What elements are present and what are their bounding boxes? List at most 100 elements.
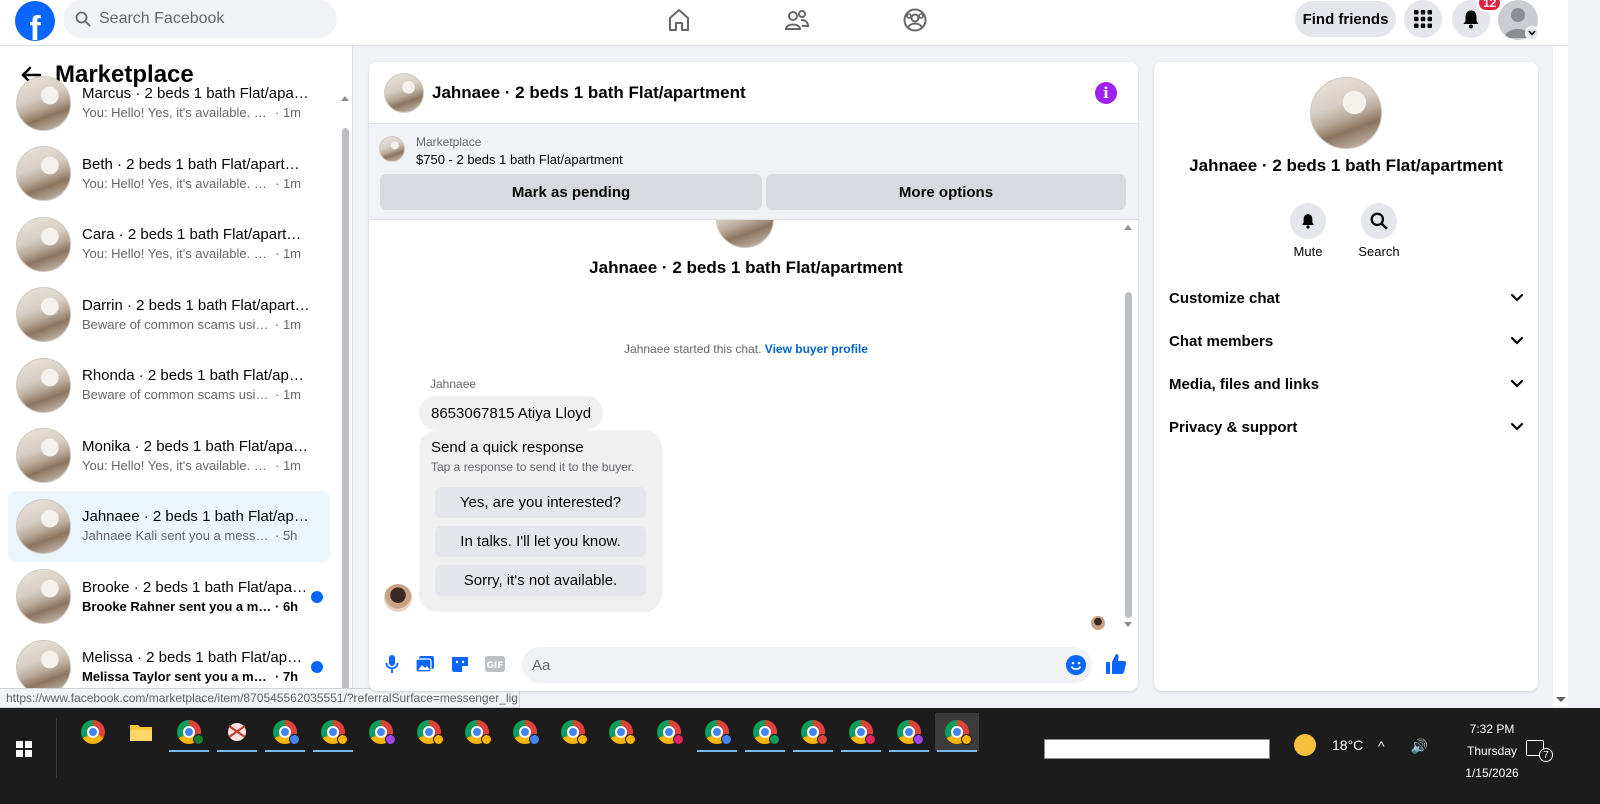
page-scrollbar[interactable]	[1553, 46, 1568, 706]
preview-text: Melissa Taylor sent you a message about	[82, 669, 272, 685]
chrome-profile-icon[interactable]	[407, 713, 451, 751]
conversation-name: Rhonda · 2 beds 1 bath Flat/apartment	[82, 367, 310, 385]
conversation-item[interactable]: Cara · 2 beds 1 bath Flat/apartment You: …	[8, 209, 330, 280]
chat-scroll-up-icon[interactable]	[1124, 225, 1132, 230]
account-caret-icon[interactable]	[1525, 26, 1539, 40]
message-bubble[interactable]: 8653067815 Atiya Lloyd	[419, 396, 604, 430]
info-icon[interactable]: i	[1095, 82, 1117, 104]
chat-avatar[interactable]	[384, 72, 424, 113]
nav-groups[interactable]	[856, 0, 974, 40]
conversation-item[interactable]: Brooke · 2 beds 1 bath Flat/apartment Bro…	[8, 562, 330, 633]
sender-avatar[interactable]	[384, 584, 412, 612]
chrome-profile-icon[interactable]	[839, 713, 883, 752]
conversation-name: Brooke · 2 beds 1 bath Flat/apartment	[82, 578, 310, 596]
bell-icon	[1463, 10, 1479, 29]
thumbs-up-icon[interactable]	[1104, 652, 1128, 676]
nav-friends[interactable]	[738, 0, 856, 40]
chrome-profile-icon[interactable]	[791, 713, 835, 752]
scroll-up-arrow-icon[interactable]	[341, 96, 349, 101]
conversation-avatar	[16, 75, 71, 131]
info-section-row[interactable]: Customize chat	[1169, 283, 1524, 313]
conversation-item[interactable]: Marcus · 2 beds 1 bath Flat/apartment You…	[8, 68, 330, 139]
chrome-profile-icon[interactable]	[695, 713, 739, 752]
listing-source: Marketplace	[416, 135, 482, 149]
conversation-item[interactable]: Darrin · 2 beds 1 bath Flat/apartment Bew…	[8, 280, 330, 351]
emoji-icon[interactable]	[1066, 655, 1086, 675]
sidebar-scrollbar[interactable]	[342, 128, 349, 690]
listing-bar: Marketplace $750 - 2 beds 1 bath Flat/ap…	[369, 124, 1138, 220]
listing-price-title[interactable]: $750 - 2 beds 1 bath Flat/apartment	[416, 152, 623, 167]
quick-response-option[interactable]: Yes, are you interested?	[435, 487, 646, 518]
chrome-profile-icon[interactable]	[503, 713, 547, 751]
mute-button[interactable]: Mute	[1278, 203, 1338, 259]
menu-button[interactable]	[1404, 0, 1442, 38]
preview-text: Beware of common scams using payment app…	[82, 316, 272, 332]
chrome-profile-icon[interactable]	[647, 713, 691, 751]
chrome-profile-icon[interactable]	[551, 713, 595, 751]
info-section-row[interactable]: Media, files and links	[1169, 369, 1524, 399]
show-hidden-icons-caret-icon[interactable]: ^	[1378, 738, 1385, 754]
windows-start-icon[interactable]	[16, 741, 32, 757]
menu-grid-icon	[1414, 10, 1432, 28]
conversation-item[interactable]: Melissa · 2 beds 1 bath Flat/apartmentMe…	[8, 632, 330, 690]
facebook-logo-icon[interactable]: f	[15, 1, 55, 41]
view-buyer-profile-link[interactable]: View buyer profile	[765, 342, 868, 356]
chrome-profile-icon[interactable]	[935, 713, 979, 752]
message-thread: Jahnaee · 2 beds 1 bath Flat/apartment J…	[369, 220, 1138, 632]
info-section-row[interactable]: Privacy & support	[1169, 412, 1524, 442]
conversation-text: Rhonda · 2 beds 1 bath Flat/apartment Bew…	[82, 366, 310, 404]
weather-widget[interactable]: 18°C	[1294, 734, 1363, 756]
mark-as-pending-button[interactable]: Mark as pending	[380, 174, 762, 210]
snipping-tool-icon[interactable]	[215, 713, 259, 752]
conversation-avatar	[16, 428, 71, 484]
chrome-profile-icon[interactable]	[311, 713, 355, 752]
nav-home[interactable]	[620, 0, 738, 40]
page-scroll-down-icon[interactable]	[1556, 697, 1566, 702]
photo-icon[interactable]	[415, 654, 435, 674]
message-composer: GIF	[369, 644, 1138, 684]
search-facebook-box[interactable]	[63, 0, 337, 38]
preview-time: · 1m	[275, 457, 301, 473]
conversation-item[interactable]: Monika · 2 beds 1 bath Flat/apartment You…	[8, 421, 330, 492]
quick-response-option[interactable]: In talks. I'll let you know.	[435, 526, 646, 557]
quick-response-option[interactable]: Sorry, it's not available.	[435, 565, 646, 596]
listing-thumbnail[interactable]	[379, 136, 405, 162]
sticker-icon[interactable]	[450, 654, 470, 674]
info-section-row[interactable]: Chat members	[1169, 326, 1524, 356]
chrome-profile-icon[interactable]	[263, 713, 307, 752]
microphone-icon[interactable]	[382, 654, 402, 674]
conversation-item[interactable]: Beth · 2 beds 1 bath Flat/apartment You: …	[8, 139, 330, 210]
conversation-text: Cara · 2 beds 1 bath Flat/apartment You: …	[82, 225, 310, 263]
more-options-button[interactable]: More options	[766, 174, 1126, 210]
conversation-item[interactable]: Jahnaee · 2 beds 1 bath Flat/apartmentJa…	[8, 491, 330, 562]
message-input[interactable]	[522, 647, 1092, 683]
taskbar-address-box[interactable]	[1044, 739, 1270, 759]
thread-avatar	[716, 220, 774, 248]
chat-title[interactable]: Jahnaee · 2 beds 1 bath Flat/apartment	[432, 83, 746, 103]
search-in-chat-button[interactable]: Search	[1349, 203, 1409, 259]
chevron-down-icon	[1510, 293, 1524, 302]
file-explorer-icon[interactable]	[119, 713, 163, 751]
chat-scroll-down-icon[interactable]	[1124, 622, 1132, 627]
chrome-profile-icon[interactable]	[167, 713, 211, 752]
speaker-icon[interactable]: 🔊	[1410, 738, 1427, 754]
chrome-profile-icon[interactable]	[455, 713, 499, 751]
conversation-item[interactable]: Rhonda · 2 beds 1 bath Flat/apartment Bew…	[8, 350, 330, 421]
chat-scrollbar[interactable]	[1125, 292, 1132, 618]
preview-text: Jahnaee Kali sent you a message about	[82, 528, 272, 544]
search-icon	[75, 11, 91, 27]
clock-time: 7:32 PM	[1469, 722, 1515, 736]
chrome-profile-icon[interactable]	[359, 713, 403, 751]
chrome-profile-icon[interactable]	[599, 713, 643, 751]
chrome-profile-icon[interactable]	[71, 713, 115, 751]
chrome-profile-icon[interactable]	[743, 713, 787, 752]
preview-time: · 7h	[275, 669, 299, 685]
gif-icon[interactable]: GIF	[485, 654, 505, 674]
info-section-label: Privacy & support	[1169, 418, 1298, 436]
windows-taskbar: 18°C ^ 🔊 7:32 PM Thursday 1/15/2026 7	[0, 708, 1600, 804]
search-input[interactable]	[99, 10, 309, 28]
chrome-profile-icon[interactable]	[887, 713, 931, 752]
marketplace-sidebar: Marketplace Marcus · 2 beds 1 bath Flat/…	[0, 46, 353, 690]
find-friends-button[interactable]: Find friends	[1295, 1, 1396, 37]
quick-response-card: Send a quick response Tap a response to …	[419, 430, 662, 612]
